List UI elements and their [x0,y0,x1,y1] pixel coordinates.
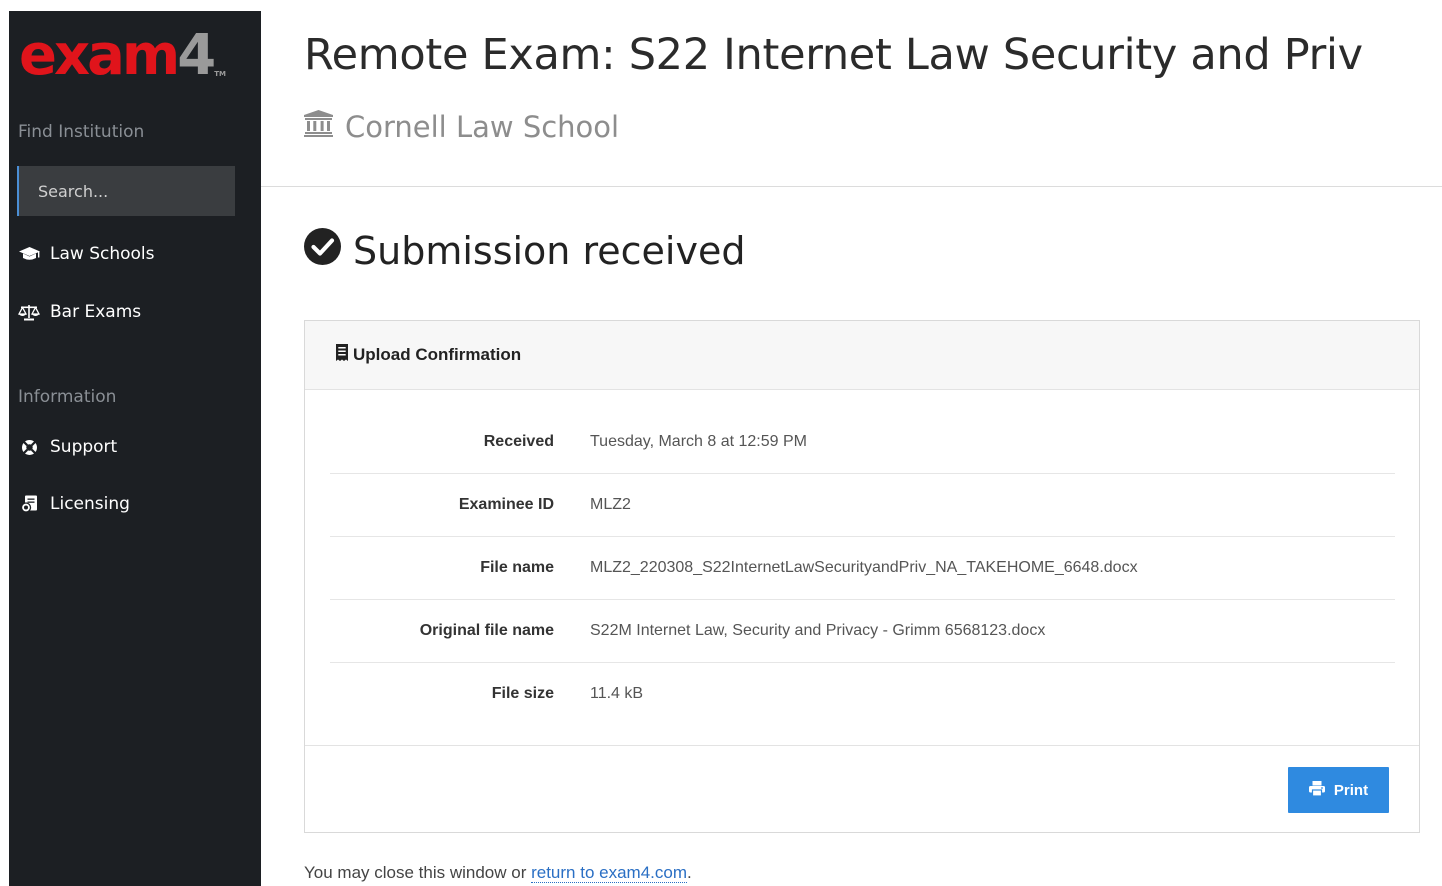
print-button[interactable]: Print [1288,767,1389,813]
header-divider [261,186,1442,187]
sidebar-item-law-schools[interactable]: Law Schools [18,244,155,264]
logo-text: exam [19,23,180,88]
detail-row-examinee-id: Examinee ID MLZ2 [330,474,1395,537]
submission-status: Submission received [304,228,745,274]
footer-suffix: . [687,863,692,882]
card-header: Upload Confirmation [305,321,1419,390]
detail-value: Tuesday, March 8 at 12:59 PM [590,433,807,450]
detail-row-file-name: File name MLZ2_220308_S22InternetLawSecu… [330,537,1395,600]
card-footer: Print [305,745,1419,833]
information-heading: Information [18,387,117,407]
license-document-icon [18,495,40,513]
institution-name: Cornell Law School [345,110,620,144]
return-to-exam4-link[interactable]: return to exam4.com [531,863,687,883]
sidebar-item-licensing[interactable]: Licensing [18,494,130,514]
detail-row-original-file-name: Original file name S22M Internet Law, Se… [330,600,1395,663]
sidebar-item-support[interactable]: Support [18,437,117,457]
sidebar-item-label: Bar Exams [50,302,142,322]
detail-label: File name [480,559,554,576]
sidebar-item-label: Licensing [50,494,130,514]
check-circle-icon [304,228,341,274]
page-title: Remote Exam: S22 Internet Law Security a… [304,30,1363,80]
institution-line: Cornell Law School [304,110,619,144]
exam4-logo[interactable]: exam 4 TM [19,23,226,88]
detail-value: S22M Internet Law, Security and Privacy … [590,622,1046,639]
detail-row-file-size: File size 11.4 kB [330,663,1395,725]
graduation-cap-icon [18,247,40,261]
upload-confirmation-card: Upload Confirmation Received Tuesday, Ma… [304,320,1420,833]
institution-search-input[interactable] [17,166,235,216]
footer-message: You may close this window or return to e… [304,863,692,883]
detail-value: MLZ2_220308_S22InternetLawSecurityandPri… [590,559,1138,576]
card-header-title: Upload Confirmation [353,345,522,364]
find-institution-heading: Find Institution [18,122,145,142]
confirmation-details: Received Tuesday, March 8 at 12:59 PM Ex… [330,411,1395,725]
print-button-label: Print [1333,781,1369,799]
life-ring-icon [18,439,40,456]
status-text: Submission received [353,229,746,273]
footer-prefix: You may close this window or [304,863,532,882]
sidebar-item-label: Support [50,437,118,457]
detail-value: 11.4 kB [590,685,644,702]
detail-label: Original file name [419,622,554,639]
sidebar-item-label: Law Schools [50,244,155,264]
detail-row-received: Received Tuesday, March 8 at 12:59 PM [330,411,1395,474]
detail-label: Received [483,433,554,450]
balance-scale-icon [18,304,40,321]
sidebar: exam4TM Find Institution Law Schools Bar… [9,11,261,886]
sidebar-item-bar-exams[interactable]: Bar Exams [18,302,141,322]
logo-trademark: TM [214,70,226,78]
receipt-icon [335,344,349,366]
detail-label: File size [491,685,554,702]
detail-label: Examinee ID [458,496,554,513]
logo-digit: 4 [177,23,216,88]
printer-icon [1308,780,1325,800]
institution-building-icon [304,110,333,144]
detail-value: MLZ2 [590,496,631,513]
